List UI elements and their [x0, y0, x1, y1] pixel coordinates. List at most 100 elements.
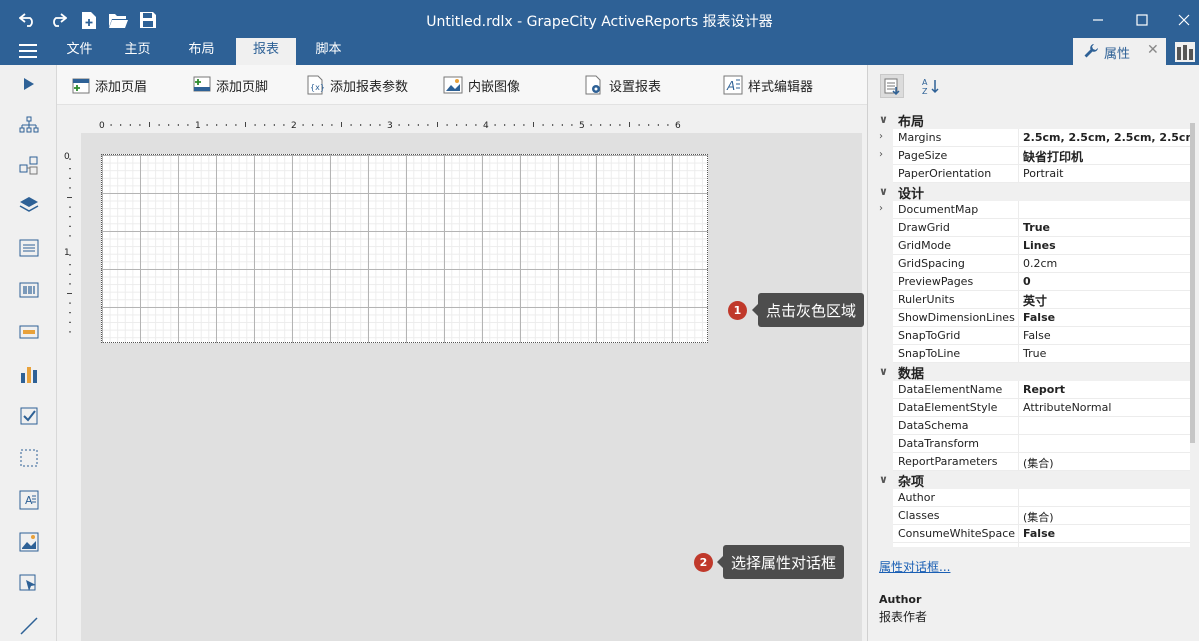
property-row[interactable]: PaperOrientation Portrait [873, 165, 1195, 183]
property-value[interactable]: 缺省打印机 [1018, 147, 1190, 165]
property-name: PreviewPages [898, 275, 974, 288]
property-value[interactable]: (集合) [1018, 543, 1190, 547]
property-dialog-link[interactable]: 属性对话框... [879, 558, 950, 575]
collapse-chevron-icon[interactable]: ∨ [879, 185, 888, 198]
barcode-tool-icon[interactable] [18, 279, 40, 301]
property-value[interactable] [1018, 417, 1190, 435]
property-row[interactable]: SnapToLine True [873, 345, 1195, 363]
property-value[interactable]: 2.5cm, 2.5cm, 2.5cm, 2.5cm [1018, 129, 1190, 147]
svg-text:A: A [726, 79, 735, 93]
textbox-tool-icon[interactable] [18, 237, 40, 259]
property-row[interactable]: › PageSize 缺省打印机 [873, 147, 1195, 165]
property-row[interactable]: GridSpacing 0.2cm [873, 255, 1195, 273]
properties-panel-tab[interactable]: 属性 ✕ [1073, 38, 1166, 65]
property-grid-scrollbar[interactable] [1190, 111, 1195, 547]
ruler-tick [69, 235, 71, 237]
property-name: DataSchema [898, 419, 969, 432]
embedded-images-button[interactable]: 内嵌图像 [443, 74, 520, 96]
add-page-header-button[interactable]: 添加页眉 [70, 74, 147, 96]
property-row[interactable]: DataElementStyle AttributeNormal [873, 399, 1195, 417]
property-value[interactable]: Lines [1018, 237, 1190, 255]
tab-report[interactable]: 报表 [236, 38, 296, 65]
expand-chevron-icon[interactable]: › [879, 203, 883, 214]
container-tool-icon[interactable] [18, 447, 40, 469]
property-row[interactable]: SnapToGrid False [873, 327, 1195, 345]
property-value[interactable]: Portrait [1018, 165, 1190, 183]
property-value[interactable]: True [1018, 345, 1190, 363]
tab-script[interactable]: 脚本 [306, 38, 351, 65]
property-value[interactable]: 0 [1018, 273, 1190, 291]
property-row[interactable]: DataSchema [873, 417, 1195, 435]
property-category[interactable]: ∨ 设计 [873, 183, 1195, 202]
label-tool-icon[interactable] [18, 321, 40, 343]
property-row[interactable]: DrawGrid True [873, 219, 1195, 237]
chart-tool-icon[interactable] [18, 363, 40, 385]
expand-chevron-icon[interactable]: › [879, 131, 883, 142]
checkbox-tool-icon[interactable] [18, 405, 40, 427]
property-row[interactable]: ShowDimensionLines False [873, 309, 1195, 327]
property-row[interactable]: Classes (集合) [873, 507, 1195, 525]
add-report-parameter-button[interactable]: {x} 添加报表参数 [305, 74, 408, 96]
tab-home[interactable]: 主页 [115, 38, 160, 65]
property-category[interactable]: ∨ 杂项 [873, 471, 1195, 490]
property-value[interactable] [1018, 435, 1190, 453]
ruler-tick [69, 321, 71, 323]
report-settings-button[interactable]: 设置报表 [584, 74, 661, 96]
report-body-grid[interactable] [101, 154, 708, 343]
property-row[interactable]: PreviewPages 0 [873, 273, 1195, 291]
property-row[interactable]: GridMode Lines [873, 237, 1195, 255]
style-editor-button[interactable]: A 样式编辑器 [723, 74, 813, 96]
ruler-label: 0 [99, 121, 105, 131]
property-row[interactable]: RulerUnits 英寸 [873, 291, 1195, 309]
tab-file[interactable]: 文件 [57, 38, 102, 65]
line-tool-icon[interactable] [18, 615, 40, 637]
tree-hierarchy-icon[interactable] [18, 114, 40, 136]
property-value[interactable]: 英寸 [1018, 291, 1190, 309]
property-value[interactable]: (集合) [1018, 453, 1190, 471]
collapse-chevron-icon[interactable]: ∨ [879, 365, 888, 378]
property-row[interactable]: ConsumeWhiteSpace False [873, 525, 1195, 543]
report-ribbon: 添加页眉 添加页脚 {x} 添加报表参数 内嵌图像 设置报表 A 样式编辑器 [57, 65, 867, 105]
maximize-button[interactable] [1127, 8, 1157, 32]
minimize-button[interactable] [1083, 8, 1113, 32]
property-value[interactable]: Report [1018, 381, 1190, 399]
panel-toolbox-icon[interactable] [1175, 42, 1195, 62]
property-row[interactable]: ReportParameters (集合) [873, 453, 1195, 471]
pointer-play-icon[interactable] [18, 73, 40, 95]
property-value[interactable]: AttributeNormal [1018, 399, 1190, 417]
property-value[interactable]: False [1018, 309, 1190, 327]
close-window-button[interactable] [1169, 8, 1199, 32]
group-nodes-icon[interactable] [18, 154, 40, 176]
property-value[interactable] [1018, 201, 1190, 219]
collapse-chevron-icon[interactable]: ∨ [879, 113, 888, 126]
layers-icon[interactable] [18, 194, 40, 216]
subreport-tool-icon[interactable] [18, 573, 40, 595]
image-tool-icon[interactable] [18, 531, 40, 553]
property-row[interactable]: › Margins 2.5cm, 2.5cm, 2.5cm, 2.5cm [873, 129, 1195, 147]
category-name: 布局 [898, 115, 925, 130]
property-row[interactable]: DataTransform [873, 435, 1195, 453]
alphabetical-sort-icon[interactable]: AZ [919, 74, 943, 98]
property-category[interactable]: ∨ 数据 [873, 363, 1195, 382]
property-value[interactable]: (集合) [1018, 507, 1190, 525]
property-value[interactable]: False [1018, 327, 1190, 345]
property-row[interactable]: › DocumentMap [873, 201, 1195, 219]
ruler-label: 3 [387, 121, 393, 131]
close-properties-icon[interactable]: ✕ [1147, 42, 1159, 58]
property-value[interactable]: 0.2cm [1018, 255, 1190, 273]
property-value[interactable]: True [1018, 219, 1190, 237]
property-value[interactable] [1018, 489, 1190, 507]
property-row[interactable]: DataElementName Report [873, 381, 1195, 399]
hamburger-menu-icon[interactable] [19, 44, 37, 60]
property-value[interactable]: False [1018, 525, 1190, 543]
collapse-chevron-icon[interactable]: ∨ [879, 473, 888, 486]
property-row[interactable]: EmbeddedImages(集合) [873, 543, 1195, 547]
expand-chevron-icon[interactable]: › [879, 149, 883, 160]
ruler-label: 6 [675, 121, 681, 131]
categorized-view-icon[interactable] [880, 74, 904, 98]
property-category[interactable]: ∨ 布局 [873, 111, 1195, 130]
add-page-footer-button[interactable]: 添加页脚 [191, 74, 268, 96]
tab-layout[interactable]: 布局 [179, 38, 224, 65]
property-row[interactable]: Author [873, 489, 1195, 507]
richtext-tool-icon[interactable]: A [18, 489, 40, 511]
